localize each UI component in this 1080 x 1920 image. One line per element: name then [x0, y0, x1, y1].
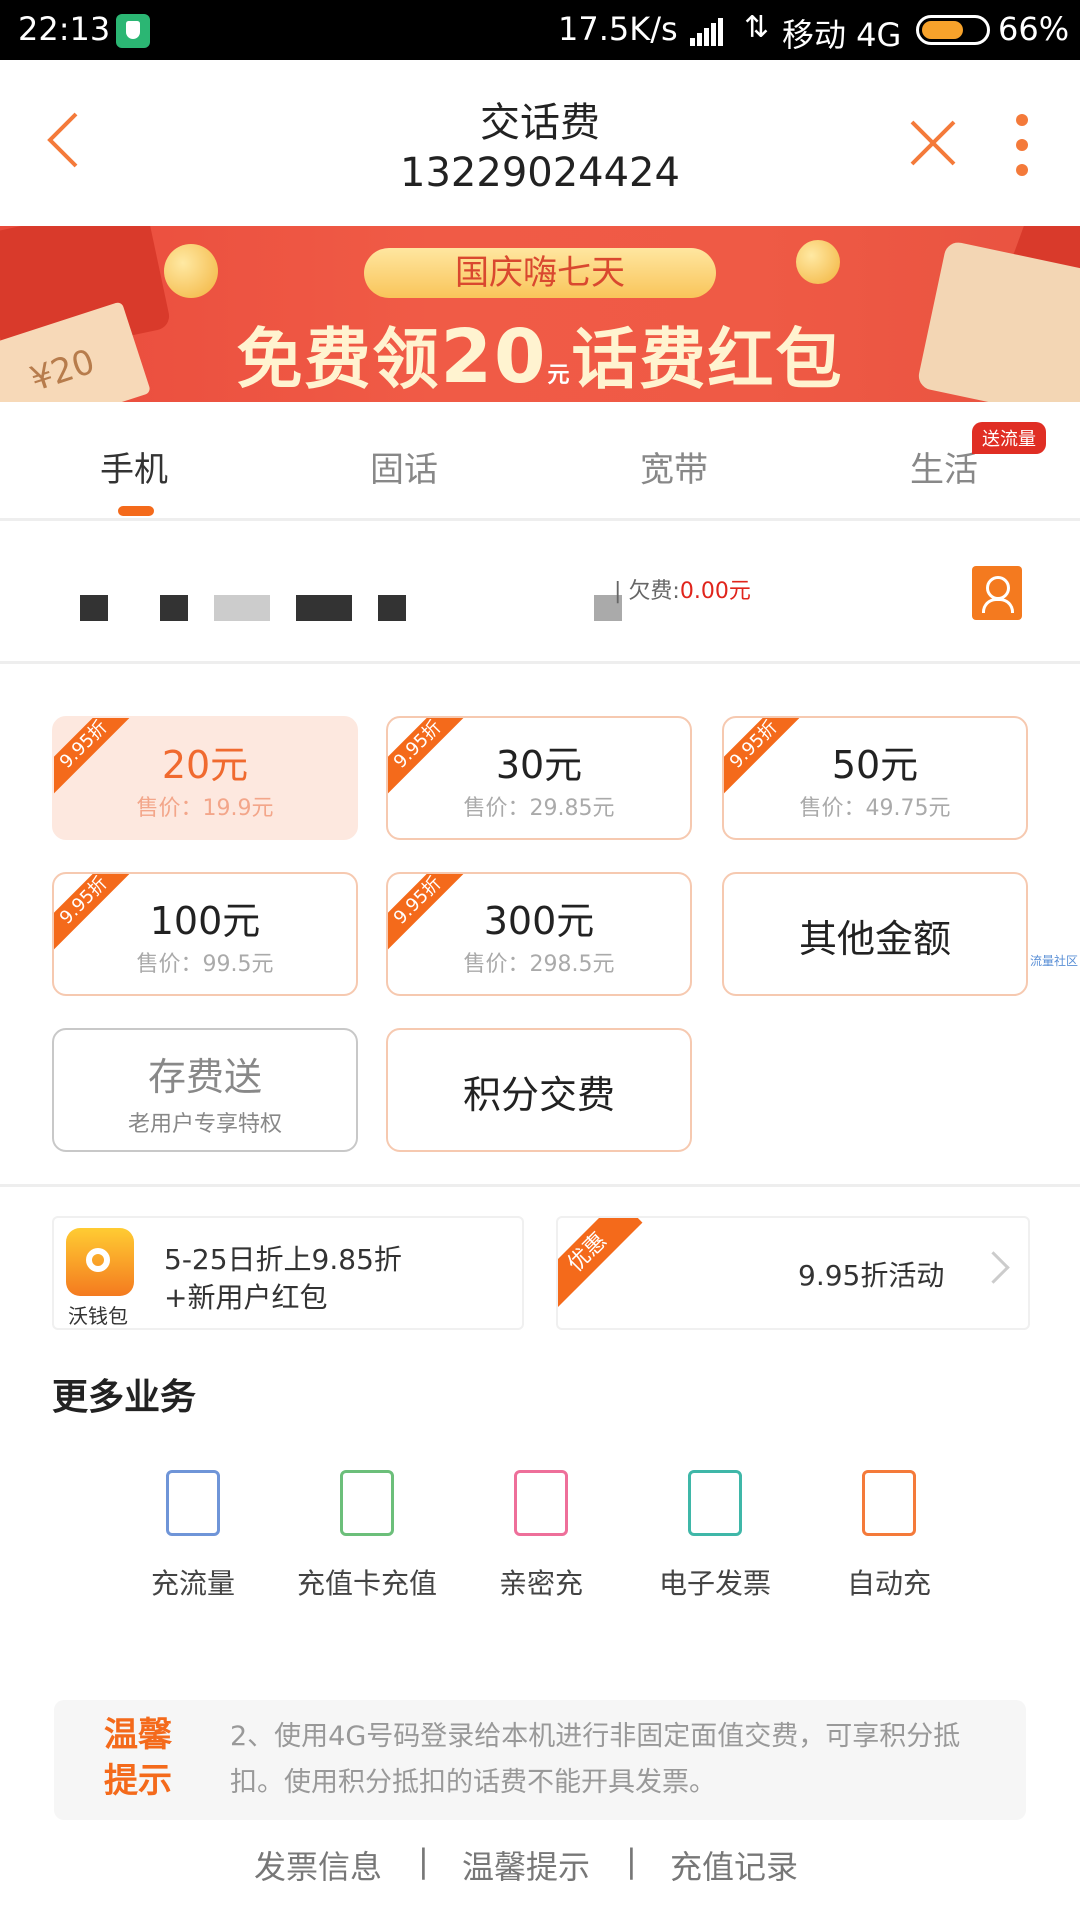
promo-line2: +新用户红包: [164, 1281, 328, 1314]
owe-amount: 0.00元: [679, 579, 751, 604]
amount-value: 50元: [831, 743, 919, 787]
service-label: 亲密充: [498, 1567, 583, 1600]
coin-image: [796, 240, 840, 284]
banner-headline-pre: 免费领: [236, 321, 441, 398]
page-header: 交话费 13229024424: [0, 60, 1080, 226]
redacted-text: [296, 595, 352, 621]
promo-line1: 5-25日折上9.85折: [164, 1243, 402, 1276]
service-card-recharge[interactable]: 充值卡充值: [282, 1470, 452, 1602]
status-time: 22:13: [18, 10, 111, 48]
service-auto-recharge[interactable]: 自动充: [804, 1470, 974, 1602]
points-payment-label: 积分交费: [462, 1073, 615, 1117]
owe-label: | 欠费:: [614, 579, 680, 604]
amount-value: 30元: [495, 743, 583, 787]
redacted-text: [80, 595, 108, 621]
other-amount-label: 其他金额: [798, 917, 951, 961]
battery-icon: [916, 15, 990, 45]
amount-price: 售价：99.5元: [136, 952, 274, 977]
service-data-topup[interactable]: 充流量: [108, 1470, 278, 1602]
status-bar: 22:13 17.5K/s ⇅ 移动 4G 66%: [0, 0, 1080, 60]
amount-value: 20元: [161, 743, 249, 787]
discount-activity-label: 9.95折活动: [798, 1259, 945, 1292]
redacted-text: [214, 595, 270, 621]
amount-card-50[interactable]: 9.95折 50元 售价：49.75元: [722, 716, 1028, 840]
footer-divider: |: [418, 1842, 429, 1880]
side-tag[interactable]: 流量社区: [1030, 952, 1078, 969]
redacted-text: [160, 595, 188, 621]
tab-indicator: [118, 506, 154, 516]
owe-info: | 欠费:0.00元: [614, 573, 751, 605]
footer-links: 发票信息 | 温馨提示 | 充值记录: [0, 1842, 1080, 1892]
service-family-recharge[interactable]: 亲密充: [456, 1470, 626, 1602]
carrier-label: 移动 4G: [782, 16, 902, 54]
tips-box: 温馨提示 2、使用4G号码登录给本机进行非固定面值交费，可享积分抵扣。使用积分抵…: [54, 1700, 1026, 1820]
tips-link[interactable]: 温馨提示: [462, 1842, 590, 1888]
service-label: 自动充: [846, 1567, 931, 1600]
invoice-info-link[interactable]: 发票信息: [254, 1842, 382, 1888]
tips-body: 2、使用4G号码登录给本机进行非固定面值交费，可享积分抵扣。使用积分抵扣的话费不…: [230, 1721, 961, 1798]
invoice-icon: [688, 1470, 742, 1536]
banner-headline-unit: 元: [547, 363, 572, 388]
heart-phone-icon: [514, 1470, 568, 1536]
tab-mobile[interactable]: 手机: [100, 442, 168, 491]
banner-pill: 国庆嗨七天: [364, 248, 716, 298]
security-shield-icon: [116, 14, 150, 48]
amount-card-20[interactable]: 9.95折 20元 售价：19.9元: [52, 716, 358, 840]
coin-image: [164, 244, 218, 298]
account-info: | 欠费:0.00元: [0, 521, 1080, 664]
contacts-icon[interactable]: [972, 566, 1022, 620]
data-4g-icon: [166, 1470, 220, 1536]
category-tabs: 手机 固话 宽带 生活 送流量: [0, 402, 1080, 521]
service-label: 充流量: [150, 1567, 235, 1600]
tab-life[interactable]: 生活: [910, 442, 978, 491]
tips-heading: 温馨提示: [104, 1715, 172, 1801]
deposit-bonus-sub: 老用户专享特权: [127, 1112, 282, 1137]
other-amount-button[interactable]: 其他金额: [722, 872, 1028, 996]
wallet-promo-card[interactable]: 沃钱包 5-25日折上9.85折 +新用户红包: [52, 1216, 524, 1330]
close-icon[interactable]: [906, 116, 960, 170]
tab-landline[interactable]: 固话: [370, 442, 438, 491]
amount-card-300[interactable]: 9.95折 300元 售价：298.5元: [386, 872, 692, 996]
battery-percent: 66%: [998, 10, 1070, 48]
amount-price: 售价：49.75元: [799, 796, 951, 821]
signal-icon: [690, 18, 724, 46]
banner-headline-num: 20: [440, 314, 548, 400]
promo-banner[interactable]: ¥20 国庆嗨七天 免费领20元话费红包: [0, 226, 1080, 402]
more-menu-icon[interactable]: [1012, 110, 1032, 180]
chevron-right-icon: [977, 1251, 1010, 1284]
battery-level: [922, 21, 963, 39]
amount-card-30[interactable]: 9.95折 30元 售价：29.85元: [386, 716, 692, 840]
wallet-icon: [66, 1228, 134, 1296]
amount-grid: 9.95折 20元 售价：19.9元 9.95折 30元 售价：29.85元 9…: [0, 664, 1080, 1187]
amount-value: 100元: [149, 899, 261, 943]
tab-broadband[interactable]: 宽带: [640, 442, 708, 491]
banner-headline: 免费领20元话费红包: [0, 306, 1080, 402]
service-label: 充值卡充值: [296, 1567, 437, 1600]
footer-divider: |: [626, 1842, 637, 1880]
more-services-title: 更多业务: [52, 1377, 197, 1418]
service-label: 电子发票: [658, 1567, 771, 1600]
amount-price: 售价：19.9元: [136, 796, 274, 821]
deposit-bonus-button[interactable]: 存费送 老用户专享特权: [52, 1028, 358, 1152]
amount-price: 售价：29.85元: [463, 796, 615, 821]
amount-card-100[interactable]: 9.95折 100元 售价：99.5元: [52, 872, 358, 996]
points-payment-button[interactable]: 积分交费: [386, 1028, 692, 1152]
amount-price: 售价：298.5元: [463, 952, 615, 977]
data-transfer-icon: ⇅: [744, 10, 770, 45]
tab-badge: 送流量: [972, 422, 1046, 454]
discount-activity-card[interactable]: 优惠 9.95折活动: [556, 1216, 1030, 1330]
promo-ribbon: 优惠: [558, 1218, 643, 1308]
auto-charge-icon: [862, 1470, 916, 1536]
recharge-history-link[interactable]: 充值记录: [670, 1842, 798, 1888]
amount-value: 300元: [483, 899, 595, 943]
redacted-text: [378, 595, 406, 621]
service-e-invoice[interactable]: 电子发票: [630, 1470, 800, 1602]
network-speed: 17.5K/s: [558, 10, 678, 48]
wallet-label: 沃钱包: [68, 1304, 128, 1328]
recharge-card-icon: [340, 1470, 394, 1536]
deposit-bonus-label: 存费送: [147, 1055, 262, 1099]
banner-headline-post: 话费红包: [571, 321, 844, 398]
